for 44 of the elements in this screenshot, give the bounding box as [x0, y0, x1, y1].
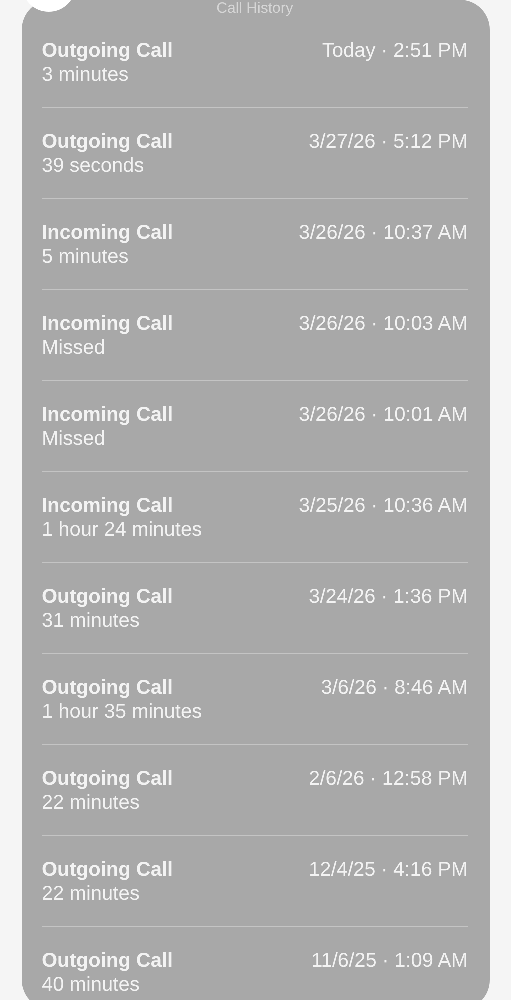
call-row[interactable]: Incoming Call Missed 3/26/26 · 10:01 AM: [42, 381, 468, 472]
call-row[interactable]: Outgoing Call 39 seconds 3/27/26 · 5:12 PM: [42, 108, 468, 199]
call-type: Outgoing Call: [42, 39, 174, 63]
call-duration: 1 hour 24 minutes: [42, 518, 202, 542]
call-time: 3/26/26 · 10:03 AM: [298, 312, 468, 336]
call-duration: 22 minutes: [42, 882, 141, 906]
call-row[interactable]: Incoming Call Missed 3/26/26 · 10:03 AM: [42, 290, 468, 381]
call-duration: 1 hour 35 minutes: [42, 700, 202, 724]
call-duration: 3 minutes: [42, 63, 130, 87]
call-time: 3/25/26 · 10:36 AM: [298, 494, 468, 518]
call-time: 12/4/25 · 4:16 PM: [309, 858, 468, 882]
call-type: Incoming Call: [42, 494, 174, 518]
call-type: Outgoing Call: [42, 676, 174, 700]
call-duration: 22 minutes: [42, 791, 141, 815]
call-duration: 39 seconds: [42, 154, 146, 178]
call-time: 3/6/26 · 8:46 AM: [321, 676, 468, 700]
call-duration: 40 minutes: [42, 973, 141, 997]
call-duration: 31 minutes: [42, 609, 141, 633]
call-time: 3/26/26 · 10:37 AM: [298, 221, 468, 245]
call-type: Incoming Call: [42, 403, 174, 427]
call-time: 11/6/25 · 1:09 AM: [312, 949, 468, 973]
call-type: Incoming Call: [42, 221, 174, 245]
call-row[interactable]: Outgoing Call 31 minutes 3/24/26 · 1:36 PM: [42, 563, 468, 654]
call-type: Incoming Call: [42, 312, 174, 336]
call-row[interactable]: Outgoing Call 40 minutes 11/6/25 · 1:09 AM: [42, 927, 468, 1000]
call-time: 3/27/26 · 5:12 PM: [309, 130, 468, 154]
call-row[interactable]: Outgoing Call 22 minutes 12/4/25 · 4:16 PM: [42, 836, 468, 927]
call-row[interactable]: Outgoing Call 3 minutes Today · 2:51 PM: [42, 17, 468, 108]
call-type: Outgoing Call: [42, 858, 174, 882]
call-row[interactable]: Outgoing Call 1 hour 35 minutes 3/6/26 · 8:46 AM: [42, 654, 468, 745]
call-duration: Missed: [42, 336, 106, 360]
call-time: 2/6/26 · 12:58 PM: [309, 767, 468, 791]
call-row[interactable]: Incoming Call 5 minutes 3/26/26 · 10:37 AM: [42, 199, 468, 290]
call-row[interactable]: Incoming Call 1 hour 24 minutes 3/25/26 · 10:36 AM: [42, 472, 468, 563]
call-duration: Missed: [42, 427, 106, 451]
call-type: Outgoing Call: [42, 585, 174, 609]
call-type: Outgoing Call: [42, 767, 174, 791]
call-time: 3/24/26 · 1:36 PM: [309, 585, 468, 609]
call-row[interactable]: Outgoing Call 22 minutes 2/6/26 · 12:58 PM: [42, 745, 468, 836]
call-duration: 5 minutes: [42, 245, 130, 269]
call-time: 3/26/26 · 10:01 AM: [298, 403, 468, 427]
call-time: Today · 2:51 PM: [322, 39, 468, 63]
call-type: Outgoing Call: [42, 949, 174, 973]
call-type: Outgoing Call: [42, 130, 174, 154]
